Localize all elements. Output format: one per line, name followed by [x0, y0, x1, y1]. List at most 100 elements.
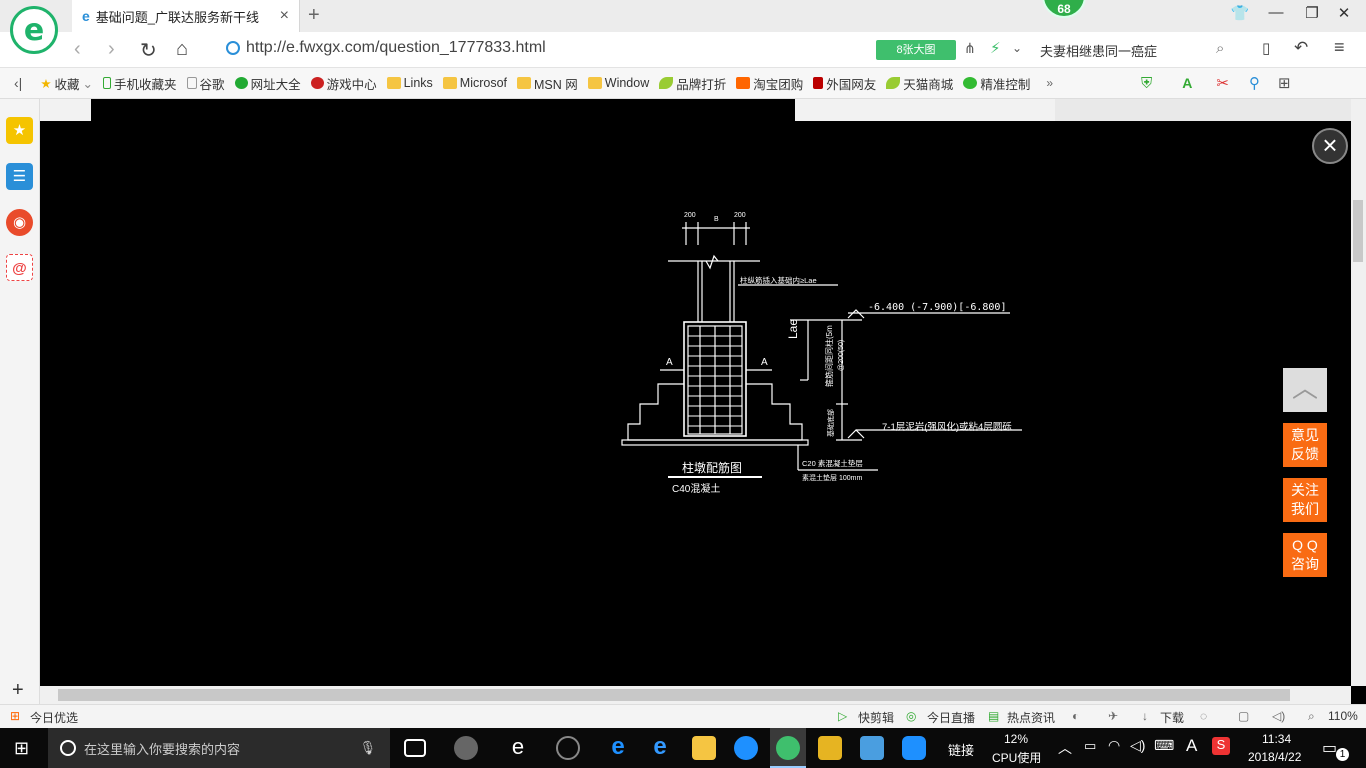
- search-input[interactable]: 夫妻相继患同一癌症: [1040, 41, 1157, 60]
- search-icon[interactable]: ⌕: [1216, 40, 1224, 57]
- swirl-app-icon[interactable]: [556, 736, 580, 760]
- back-arrow-icon[interactable]: ‹: [74, 38, 81, 61]
- bookmark-brand-sale[interactable]: 品牌打折: [659, 74, 726, 93]
- bookmark-google[interactable]: 谷歌: [186, 74, 225, 93]
- image-viewer: 200 B 200 柱纵筋插入基础内≥Lae -6.400 (-7.900)[-…: [40, 99, 1351, 686]
- bookmark-microsoft[interactable]: Microsof: [442, 76, 507, 90]
- bookmark-msn[interactable]: MSN 网: [517, 74, 578, 93]
- download-link[interactable]: 下载: [1160, 709, 1184, 726]
- edge-blue-icon[interactable]: e: [606, 735, 630, 760]
- vertical-scroll-thumb[interactable]: [1353, 200, 1363, 262]
- lightning-icon[interactable]: ⚡: [990, 39, 1001, 57]
- qq-consult-button[interactable]: Q Q 咨询: [1283, 533, 1327, 577]
- home-icon[interactable]: ⌂: [176, 38, 188, 61]
- menu-icon[interactable]: ≡: [1334, 37, 1345, 58]
- browser-mode-icon[interactable]: ◌: [1200, 709, 1207, 723]
- volume-icon[interactable]: ◁): [1272, 709, 1285, 723]
- bookmark-label: 天猫商城: [903, 77, 954, 92]
- sogou-ime-icon[interactable]: S: [1212, 737, 1230, 755]
- edge-icon[interactable]: e: [506, 736, 530, 760]
- taobao-icon: [736, 77, 751, 89]
- ie-icon[interactable]: e: [648, 735, 672, 760]
- speed-icon[interactable]: ◐: [1072, 709, 1079, 723]
- taskbar-search-box[interactable]: 在这里输入你要搜索的内容 🎙: [48, 728, 390, 768]
- pinwheel-app-icon[interactable]: [454, 736, 478, 760]
- add-sidebar-icon[interactable]: +: [12, 679, 24, 702]
- bookmark-taobao[interactable]: 淘宝团购: [736, 74, 803, 93]
- bookmark-mobile[interactable]: 手机收藏夹: [103, 74, 177, 93]
- speaker-icon[interactable]: ◁): [1130, 737, 1145, 754]
- plus-app-icon[interactable]: [902, 736, 926, 760]
- close-window-button[interactable]: ✕: [1330, 4, 1358, 22]
- quick-cut-link[interactable]: 快剪辑: [858, 709, 894, 726]
- magnifier-icon[interactable]: ⚲: [1249, 74, 1260, 92]
- translate-icon[interactable]: A: [1182, 75, 1192, 91]
- live-link[interactable]: 今日直播: [927, 709, 975, 726]
- zoom-icon[interactable]: ⌕: [1308, 709, 1315, 724]
- refresh-icon[interactable]: ↻: [140, 38, 157, 63]
- clock-time[interactable]: 11:34: [1262, 732, 1291, 746]
- shirt-skin-icon[interactable]: 👕: [1226, 4, 1254, 22]
- notification-badge[interactable]: 68: [1042, 0, 1086, 18]
- favorites-star-icon[interactable]: ★: [6, 117, 33, 144]
- battery-icon[interactable]: ▭: [1084, 738, 1096, 754]
- big-pictures-button[interactable]: 8张大图: [876, 40, 956, 60]
- scissors-icon[interactable]: ✂: [1216, 74, 1229, 92]
- forward-arrow-icon[interactable]: ›: [108, 38, 115, 61]
- browser-logo-icon[interactable]: e: [10, 6, 58, 54]
- bookmark-windows[interactable]: Window: [587, 76, 649, 90]
- url-field[interactable]: http://e.fwxgx.com/question_1777833.html: [226, 39, 546, 57]
- bookmark-favorites[interactable]: ★ 收藏 ⌄: [40, 74, 93, 93]
- news-link[interactable]: 热点资讯: [1007, 709, 1055, 726]
- vertical-scrollbar[interactable]: [1351, 99, 1366, 686]
- task-view-icon[interactable]: [404, 739, 426, 757]
- share-icon[interactable]: ⋔: [964, 40, 976, 57]
- clock-date[interactable]: 2018/4/22: [1248, 750, 1301, 764]
- bookmark-control[interactable]: 精准控制: [963, 74, 1030, 93]
- active-browser-task[interactable]: [770, 728, 806, 768]
- clipboard-app-icon[interactable]: [860, 736, 884, 760]
- file-explorer-icon[interactable]: [692, 736, 716, 760]
- show-hidden-icons[interactable]: ︿: [1058, 738, 1072, 758]
- bookmark-games[interactable]: 游戏中心: [310, 74, 377, 93]
- follow-us-button[interactable]: 关注 我们: [1283, 478, 1327, 522]
- browser-task-icon: [776, 736, 800, 760]
- collapse-sidebar-icon[interactable]: ‹|: [14, 75, 22, 91]
- horizontal-scroll-thumb[interactable]: [58, 689, 1290, 701]
- mobile-icon[interactable]: ▯: [1262, 39, 1270, 57]
- restore-button[interactable]: ❐: [1298, 4, 1326, 22]
- grid-apps-icon[interactable]: ⊞: [1278, 74, 1291, 92]
- zoom-level[interactable]: 110%: [1328, 709, 1358, 723]
- more-bookmarks-icon[interactable]: »: [1046, 76, 1053, 90]
- reading-list-icon[interactable]: ☰: [6, 163, 33, 190]
- undo-icon[interactable]: ↶: [1294, 38, 1308, 58]
- microphone-icon[interactable]: 🎙: [359, 740, 376, 756]
- pin-icon[interactable]: ✈: [1108, 709, 1118, 723]
- g-app-icon[interactable]: [734, 736, 758, 760]
- browser-tab[interactable]: e 基础问题_广联达服务新干线 ×: [72, 0, 300, 32]
- bookmark-links[interactable]: Links: [386, 76, 433, 90]
- bookmark-foreign[interactable]: 外国网友: [813, 74, 876, 93]
- chevron-down-icon[interactable]: ⌄: [1012, 41, 1022, 55]
- feedback-button[interactable]: 意见 反馈: [1283, 423, 1327, 467]
- minimize-button[interactable]: —: [1262, 4, 1290, 21]
- back-to-top-button[interactable]: ︿: [1283, 368, 1327, 412]
- weibo-icon[interactable]: ◉: [6, 209, 33, 236]
- dim-mid-label: B: [714, 216, 719, 223]
- window-icon[interactable]: ▢: [1238, 709, 1249, 723]
- notes-app-icon[interactable]: [818, 736, 842, 760]
- ime-indicator[interactable]: A: [1186, 736, 1197, 756]
- keyboard-icon[interactable]: ⌨: [1154, 737, 1174, 754]
- bookmark-tmall[interactable]: 天猫商城: [886, 74, 953, 93]
- links-toolbar[interactable]: 链接: [948, 740, 974, 759]
- tab-close-icon[interactable]: ×: [280, 7, 289, 25]
- email-icon[interactable]: @: [6, 254, 33, 281]
- shield-icon[interactable]: ⛨: [1141, 75, 1152, 92]
- today-pick-link[interactable]: 今日优选: [30, 709, 78, 726]
- close-viewer-button[interactable]: ×: [1312, 128, 1348, 164]
- wifi-icon[interactable]: ◠: [1108, 737, 1120, 754]
- bookmark-sites[interactable]: 网址大全: [234, 74, 301, 93]
- notification-center-icon[interactable]: ▭: [1322, 738, 1337, 758]
- windows-start-icon[interactable]: ⊞: [14, 738, 29, 759]
- new-tab-button[interactable]: +: [308, 4, 320, 27]
